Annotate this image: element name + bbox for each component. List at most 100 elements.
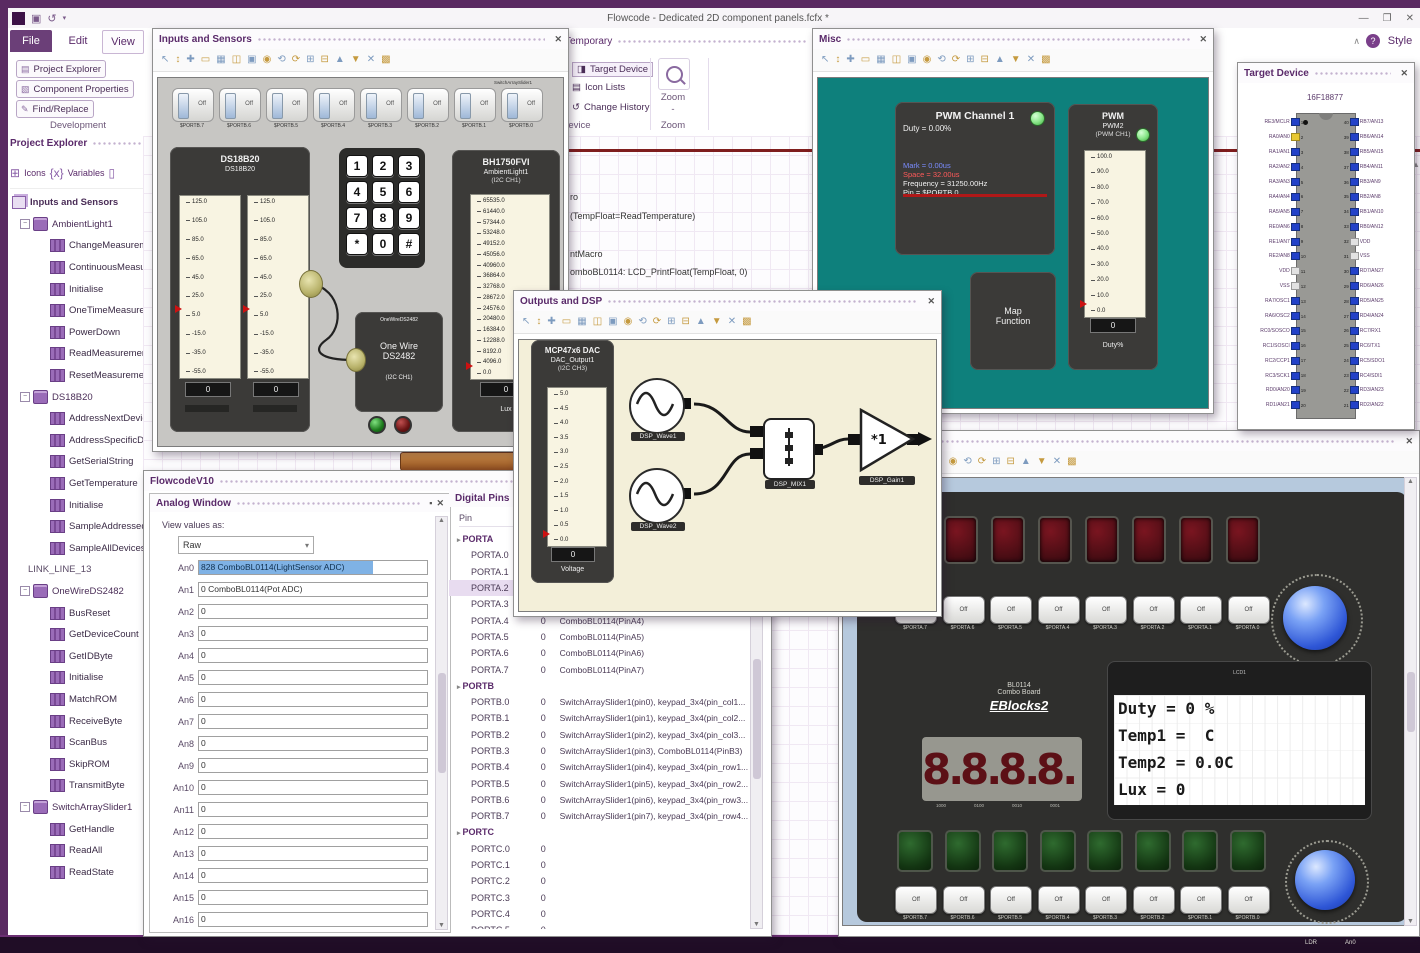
style-menu[interactable]: Style <box>1382 30 1418 52</box>
tree-item[interactable]: − AddressSpecificDevice <box>8 430 143 452</box>
toolbar-icon[interactable]: ⊞ <box>966 55 974 65</box>
tree-item[interactable]: − LINK_LINE_13 <box>8 559 143 581</box>
expander-icon[interactable]: − <box>20 802 30 813</box>
analog-value-input[interactable]: 0 <box>198 692 428 707</box>
port-switch-button[interactable]: Off <box>1227 886 1270 914</box>
slider-switch[interactable]: Off <box>501 88 543 122</box>
toolbar-icon[interactable]: ⟲ <box>277 55 285 65</box>
app-logo-icon[interactable] <box>12 11 25 25</box>
chip-pin[interactable]: 34 RB1/AN10 <box>1338 204 1410 219</box>
keypad-key[interactable]: 7 <box>346 207 368 229</box>
port-switch-button[interactable]: Off <box>1180 596 1222 624</box>
undo-icon[interactable]: ↺ <box>47 12 56 25</box>
chip-pin[interactable]: RE2/AN8 10 <box>1240 249 1312 264</box>
variables-tab-icon[interactable]: {x} <box>50 166 64 180</box>
onewire-ds2482-component[interactable]: OneWireDS2482 One Wire DS2482 (I2C CH1) <box>355 312 443 412</box>
digital-pin-row[interactable]: PORTA.7 0 ComboBL0114(PinA7) <box>449 661 767 677</box>
toolbar-icon[interactable]: ⊟ <box>981 55 989 65</box>
analog-value-input[interactable]: 0 <box>198 758 428 773</box>
chip-pin[interactable]: 29 RD6/AN26 <box>1338 279 1410 294</box>
toolbar-icon[interactable]: ↕ <box>536 317 541 327</box>
toolbar-icon[interactable]: ▭ <box>861 55 870 65</box>
toolbar-icon[interactable]: ✚ <box>547 317 555 327</box>
chip-pin[interactable]: RC0/SOSCO 15 <box>1240 323 1312 338</box>
chip-pin[interactable]: RA4/AN4 6 <box>1240 189 1312 204</box>
digital-pin-row[interactable]: PORTB <box>449 678 767 694</box>
toolbar-icon[interactable]: ⟳ <box>653 317 661 327</box>
chip-pin[interactable]: RC1/SOSCI 16 <box>1240 338 1312 353</box>
digital-pin-row[interactable]: PORTA.6 0 ComboBL0114(PinA6) <box>449 645 767 661</box>
port-switch-button[interactable]: Off <box>1132 886 1175 914</box>
analog-value-input[interactable]: 0 <box>198 912 428 927</box>
keypad-key[interactable]: 3 <box>398 155 420 177</box>
chip-pin[interactable]: RA6/OSC2 14 <box>1240 309 1312 324</box>
dsp-mix-component[interactable] <box>763 418 815 480</box>
document-tab-temporary[interactable]: Temporary <box>565 30 811 52</box>
toolbar-icon[interactable]: ▣ <box>608 317 617 327</box>
dsp-wave1-component[interactable] <box>629 378 685 434</box>
close-icon[interactable]: ✕ <box>927 296 935 307</box>
tree-item[interactable]: − GetHandle <box>8 818 143 840</box>
toolbar-icon[interactable]: ◉ <box>263 55 272 65</box>
digital-pin-row[interactable]: PORTB.1 0 SwitchArraySlider1(pin1), keyp… <box>449 710 767 726</box>
onewire-pad-1[interactable] <box>299 270 323 298</box>
toolbar-icon[interactable]: ▦ <box>876 55 885 65</box>
toolbar-icon[interactable]: ▼ <box>1011 55 1021 65</box>
analog-value-input[interactable]: 0 <box>198 802 428 817</box>
chip-pin[interactable]: RA7/OSC1 13 <box>1240 294 1312 309</box>
digital-pin-row[interactable]: PORTC.0 0 <box>449 841 767 857</box>
tree-item[interactable]: − GetDeviceCount <box>8 624 143 646</box>
port-switch-button[interactable]: Off <box>895 886 937 914</box>
digital-pin-row[interactable]: PORTC.4 0 <box>449 906 767 922</box>
tree-item[interactable]: − OneTimeMeasurement <box>8 300 143 322</box>
chip-pin[interactable]: 24 RC5/SDO1 <box>1338 353 1410 368</box>
ribbon-toggle[interactable]: ↺ Change History <box>572 102 649 113</box>
toolbar-icon[interactable]: ▦ <box>216 55 225 65</box>
tree-item[interactable]: − PowerDown <box>8 322 143 344</box>
chip-pin[interactable]: 26 RC7/RX1 <box>1338 323 1410 338</box>
toolbar-icon[interactable]: ⟲ <box>638 317 646 327</box>
toolbar-icon[interactable]: ↕ <box>175 55 180 65</box>
toolbar-icon[interactable]: ✕ <box>1053 457 1061 467</box>
tree-item[interactable]: − SwitchArraySlider1 <box>8 797 143 819</box>
pwm2-scale[interactable]: 100.0 90.0 80.0 70.0 60.0 50.0 40.0 30.0 20.0 10.… <box>1084 150 1146 318</box>
port-switch-button[interactable]: Off <box>942 886 985 914</box>
analog-value-input[interactable]: 0 <box>198 824 428 839</box>
tree-item[interactable]: − AddressNextDevice <box>8 408 143 430</box>
chip-pin[interactable]: RC3/SCK1 18 <box>1240 368 1312 383</box>
tree-item[interactable]: − Initialise <box>8 494 143 516</box>
port-switch-button[interactable]: Off <box>1037 596 1080 624</box>
ribbon-button[interactable]: ▤ Project Explorer <box>16 60 107 78</box>
digital-pin-row[interactable]: PORTC.5 0 <box>449 922 767 929</box>
keypad-key[interactable]: 6 <box>398 181 420 203</box>
toolbar-icon[interactable]: ⊞ <box>306 55 314 65</box>
tree-item[interactable]: − BusReset <box>8 602 143 624</box>
slider-switch[interactable]: Off <box>407 88 449 122</box>
close-icon[interactable]: ✕ <box>1199 34 1207 45</box>
tree-item[interactable]: − ReadAll <box>8 840 143 862</box>
toolbar-icon[interactable]: ▲ <box>696 317 706 327</box>
analog-value-input[interactable]: 0 ComboBL0114(Pot ADC) <box>198 582 428 597</box>
zoom-button[interactable]: Zoom <box>656 92 690 103</box>
dsp-gain-component[interactable]: *1 <box>859 408 919 474</box>
tree-item[interactable]: − SampleAddressedDevice <box>8 516 143 538</box>
chip-pin[interactable]: RC2/CCP1 17 <box>1240 353 1312 368</box>
analog-value-input[interactable]: 0 <box>198 648 428 663</box>
chip-pin[interactable]: 38 RB5/AN15 <box>1338 145 1410 160</box>
ribbon-button[interactable]: ▧ Component Properties <box>16 80 134 98</box>
digital-pin-row[interactable]: PORTC.2 0 <box>449 873 767 889</box>
chip-pin[interactable]: 39 RB6/AN14 <box>1338 130 1410 145</box>
port-switch-button[interactable]: Off <box>990 596 1032 624</box>
port-switch-button[interactable]: Off <box>1180 886 1222 914</box>
onewire-pad-2[interactable] <box>346 348 366 372</box>
port-switch-button[interactable]: Off <box>1085 886 1127 914</box>
toolbar-icon[interactable]: ↕ <box>835 55 840 65</box>
tree-item[interactable]: − DS18B20 <box>8 386 143 408</box>
tree-item[interactable]: − SampleAllDevices <box>8 538 143 560</box>
toolbar-icon[interactable]: ◉ <box>624 317 633 327</box>
minimize-button[interactable]: — <box>1359 13 1369 24</box>
toolbar-icon[interactable]: ▲ <box>335 55 345 65</box>
analog-value-input[interactable]: 0 <box>198 670 428 685</box>
toolbar-icon[interactable]: ▼ <box>712 317 722 327</box>
tree-item[interactable]: − SkipROM <box>8 753 143 775</box>
